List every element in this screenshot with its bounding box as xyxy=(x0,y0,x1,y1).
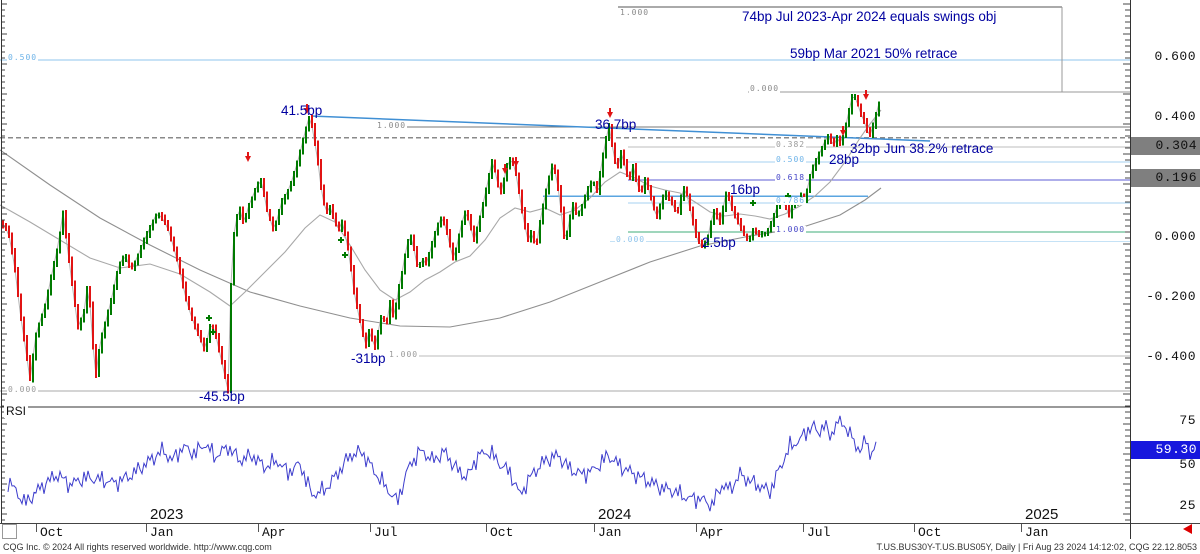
price-highlight-box: 0.304 xyxy=(1131,137,1200,155)
month-tick xyxy=(486,524,487,532)
scrollbar-left-button[interactable] xyxy=(2,524,17,539)
month-label: Oct xyxy=(918,525,941,540)
fib-level-label: 0.000 xyxy=(7,386,38,394)
month-label: Oct xyxy=(490,525,513,540)
chart-plot-area[interactable]: 74bp Jul 2023-Apr 2024 equals swings obj… xyxy=(0,0,1200,523)
rsi-panel-title: RSI xyxy=(4,404,28,418)
price-tick-label: 0.400 xyxy=(1130,109,1196,124)
price-rsi-chart-canvas[interactable] xyxy=(0,0,1200,528)
month-tick xyxy=(1021,524,1022,532)
fib-level-label: 1.000 xyxy=(376,122,407,130)
status-bar: CQG Inc. © 2024 All rights reserved worl… xyxy=(0,539,1200,554)
year-label: 2024 xyxy=(598,506,631,523)
time-axis[interactable]: Oct Jan Apr Jul Oct Jan Apr Jul Oct Jan xyxy=(0,523,1200,540)
month-tick xyxy=(803,524,804,532)
price-highlight-value: 0.196 xyxy=(1131,170,1197,185)
annotation-text: 59bp Mar 2021 50% retrace xyxy=(790,46,957,61)
fib-level-label: 0.786 xyxy=(775,197,806,205)
month-label: Apr xyxy=(262,525,285,540)
year-label: 2023 xyxy=(150,506,183,523)
annotation-text: -31bp xyxy=(351,351,386,366)
annotation-text: 2.5bp xyxy=(702,235,736,250)
annotation-text: 16bp xyxy=(730,182,760,197)
month-tick xyxy=(370,524,371,532)
fib-level-label: 1.000 xyxy=(388,351,419,359)
fib-level-label: 0.500 xyxy=(7,54,38,62)
month-label: Apr xyxy=(700,525,723,540)
fib-level-label: 0.000 xyxy=(615,236,646,244)
fib-level-label: 1.000 xyxy=(775,226,806,234)
year-label: 2025 xyxy=(1025,506,1058,523)
fib-level-label: 1.000 xyxy=(619,9,650,17)
symbol-timestamp-text: T.US.BUS30Y-T.US.BUS05Y, Daily | Fri Aug… xyxy=(876,542,1197,552)
price-tick-label: -0.400 xyxy=(1130,349,1196,364)
fib-level-label: 0.500 xyxy=(775,156,806,164)
scroll-to-end-arrow-icon[interactable] xyxy=(1183,524,1192,534)
axis-separator-line xyxy=(1130,0,1131,539)
rsi-tick-label: 50 xyxy=(1130,457,1196,472)
annotation-text: 36.7bp xyxy=(595,117,636,132)
copyright-text: CQG Inc. © 2024 All rights reserved worl… xyxy=(3,542,272,552)
month-tick xyxy=(36,524,37,532)
month-label: Jul xyxy=(807,525,830,540)
price-tick-label: -0.200 xyxy=(1130,289,1196,304)
month-tick xyxy=(258,524,259,532)
rsi-tick-label: 75 xyxy=(1130,413,1196,428)
price-tick-label: 0.000 xyxy=(1130,229,1196,244)
annotation-text: 28bp xyxy=(829,152,859,167)
annotation-text: 41.5bp xyxy=(281,103,322,118)
rsi-current-value: 59.30 xyxy=(1131,442,1197,457)
rsi-tick-label: 25 xyxy=(1130,498,1196,513)
annotation-text: 32bp Jun 38.2% retrace xyxy=(850,141,993,156)
month-label: Jul xyxy=(374,525,397,540)
price-tick-label: 0.600 xyxy=(1130,49,1196,64)
month-tick xyxy=(594,524,595,532)
annotation-text: 74bp Jul 2023-Apr 2024 equals swings obj xyxy=(742,9,996,24)
month-label: Jan xyxy=(598,525,621,540)
month-label: Jan xyxy=(150,525,173,540)
price-highlight-value: 0.304 xyxy=(1131,138,1197,153)
fib-level-label: 0.618 xyxy=(775,174,806,182)
annotation-text: -45.5bp xyxy=(199,389,245,404)
fib-level-label: 0.382 xyxy=(775,141,806,149)
month-tick xyxy=(914,524,915,532)
month-label: Jan xyxy=(1025,525,1048,540)
month-tick xyxy=(146,524,147,532)
month-tick xyxy=(696,524,697,532)
cqg-chart-window: 74bp Jul 2023-Apr 2024 equals swings obj… xyxy=(0,0,1200,554)
month-label: Oct xyxy=(40,525,63,540)
price-highlight-box: 0.196 xyxy=(1131,169,1200,187)
fib-level-label: 0.000 xyxy=(749,85,780,93)
